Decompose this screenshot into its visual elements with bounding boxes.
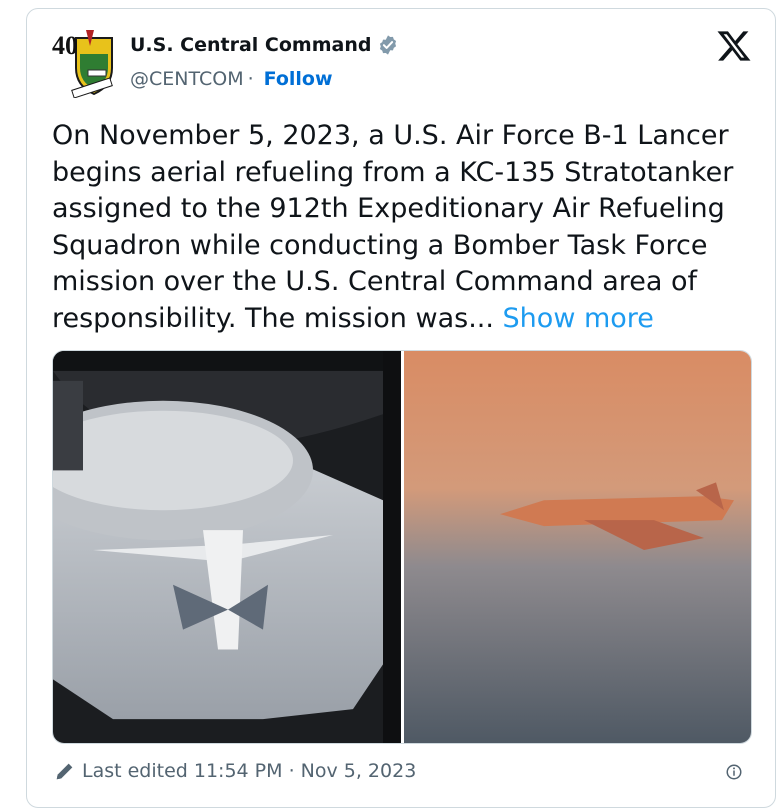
handle[interactable]: @CENTCOM xyxy=(130,68,244,90)
edited-timestamp[interactable]: Last edited 11:54 PM · Nov 5, 2023 xyxy=(82,760,416,782)
tweet-text: On November 5, 2023, a U.S. Air Force B-… xyxy=(52,118,742,337)
x-logo-icon[interactable] xyxy=(716,28,752,64)
refueling-photo[interactable] xyxy=(53,351,401,743)
avatar[interactable]: 40 xyxy=(50,24,124,98)
show-more-link[interactable]: Show more xyxy=(503,303,654,334)
display-name[interactable]: U.S. Central Command xyxy=(130,34,371,56)
tweet-body: On November 5, 2023, a U.S. Air Force B-… xyxy=(52,120,734,334)
media-grid xyxy=(52,350,752,744)
author-name-row[interactable]: U.S. Central Command xyxy=(130,34,399,56)
handle-row: @CENTCOM · Follow xyxy=(130,68,333,90)
separator: · xyxy=(247,68,254,90)
info-icon[interactable] xyxy=(725,763,743,781)
follow-button[interactable]: Follow xyxy=(264,68,333,90)
b1-lancer-photo[interactable] xyxy=(404,351,752,743)
edit-history-row[interactable]: Last edited 11:54 PM · Nov 5, 2023 xyxy=(54,760,416,782)
verified-badge-icon xyxy=(380,35,397,55)
pencil-icon xyxy=(56,763,73,780)
svg-text:40: 40 xyxy=(52,31,78,60)
centcom-logo-icon: 40 xyxy=(50,24,124,98)
